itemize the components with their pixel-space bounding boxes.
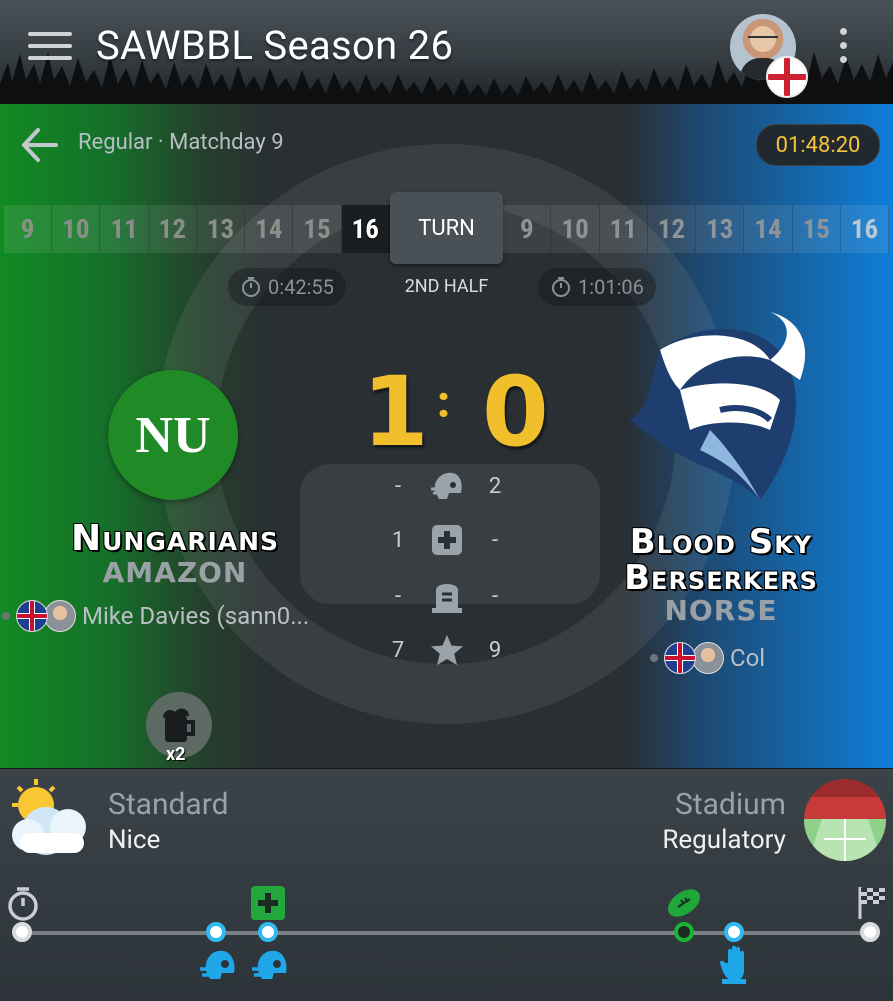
half-label: 2ND HALF [404, 276, 489, 297]
stat-home-value: 1 [391, 527, 405, 553]
timeline-event-turnover[interactable] [724, 922, 744, 942]
uk-flag-icon [664, 642, 696, 674]
app-bar: SAWBBL Season 26 [0, 0, 893, 104]
england-flag-icon [766, 56, 808, 98]
home-turn-cell: 15 [293, 205, 342, 253]
back-arrow-icon[interactable] [18, 124, 60, 166]
match-panel: Regular · Matchday 9 01:48:20 9 10 11 12… [0, 104, 893, 768]
home-score: 1 [362, 356, 429, 468]
casualty-helmet-icon [200, 950, 235, 979]
tombstone-icon [431, 584, 462, 613]
away-coach[interactable]: Col [650, 642, 765, 674]
uk-flag-icon [16, 600, 48, 632]
home-coach-name: Mike Davies (sann0... [82, 602, 310, 630]
stat-home-value: - [394, 583, 402, 609]
stopwatch-icon [552, 277, 570, 297]
timeline-event-touchdown[interactable] [674, 922, 694, 942]
home-turn-cell: 14 [245, 205, 294, 253]
stat-row-apothecary: 1 - [380, 520, 513, 560]
online-status-dot [650, 654, 658, 662]
casualty-helmet-icon [430, 472, 462, 499]
away-turn-cell: 11 [599, 205, 648, 253]
stat-row-deaths: - - [380, 576, 513, 616]
away-team-race: NORSE [664, 594, 778, 627]
away-turn-cell: 10 [551, 205, 600, 253]
away-turn-cell: 9 [503, 205, 552, 253]
home-turn-cell: 10 [52, 205, 101, 253]
away-coach-name: Col [730, 644, 766, 672]
stat-row-spp: 7 9 [380, 630, 513, 670]
stadium-label: Stadium [674, 787, 786, 822]
stopwatch-icon [242, 277, 260, 297]
stat-row-casualties: - 2 [380, 466, 513, 506]
casualty-helmet-icon [252, 950, 287, 979]
stat-away-value: - [491, 583, 499, 609]
away-clock: 1:01:06 [538, 268, 656, 306]
coach-avatar [44, 600, 76, 632]
weather-value: Nice [108, 825, 161, 855]
away-team-name[interactable]: Blood Sky Berserkers [590, 524, 852, 596]
stat-away-value: 2 [488, 473, 502, 499]
stat-home-value: 7 [391, 637, 405, 663]
stat-home-value: - [394, 473, 402, 499]
football-icon [667, 889, 701, 917]
home-team-logo[interactable]: NU [108, 370, 238, 500]
online-status-dot [2, 612, 10, 620]
stat-away-value: - [491, 527, 499, 553]
timeline-event-end[interactable] [860, 922, 880, 942]
home-turn-cell: 9 [4, 205, 53, 253]
turn-label: TURN [389, 192, 504, 264]
home-turn-cell: 12 [148, 205, 197, 253]
apothecary-cross-icon [431, 525, 462, 555]
away-clock-value: 1:01:06 [578, 275, 644, 299]
stadium-icon [804, 779, 886, 861]
weather-sun-cloud-icon [12, 779, 86, 855]
away-score: 0 [482, 356, 549, 468]
beer-mug-icon [163, 708, 195, 742]
home-clock-value: 0:42:55 [268, 275, 334, 299]
apothecary-cross-icon [251, 886, 285, 920]
match-conditions: Standard Nice Stadium Regulatory [0, 768, 893, 1001]
away-turn-cell: 12 [647, 205, 697, 253]
home-team-race: AMAZON [102, 556, 248, 589]
away-turn-cell: 15 [792, 205, 841, 253]
away-team-name-line1: Blood Sky [629, 522, 813, 562]
home-team-name[interactable]: Nungarians [30, 518, 320, 559]
inducement-count: x2 [166, 744, 186, 765]
home-turn-cell: 11 [100, 205, 149, 253]
away-team-logo[interactable] [620, 310, 820, 506]
score-separator: : [437, 376, 451, 428]
stadium-value: Regulatory [662, 825, 786, 855]
turn-tracker: 9 10 11 12 13 14 15 16 TURN 9 10 11 12 1… [4, 192, 890, 264]
stat-away-value: 9 [488, 637, 502, 663]
coach-avatar [692, 642, 724, 674]
stopwatch-icon [8, 887, 38, 921]
home-coach[interactable]: Mike Davies (sann0... [2, 600, 309, 632]
more-options-icon[interactable] [836, 28, 850, 72]
timeline-event-start[interactable] [12, 922, 32, 942]
finish-flag-icon [858, 887, 885, 919]
hand-icon [720, 945, 746, 984]
timeline-event-casualty[interactable] [258, 922, 278, 942]
away-turn-cell: 14 [744, 205, 793, 253]
app-title: SAWBBL Season 26 [96, 22, 454, 69]
away-team-name-line2: Berserkers [624, 558, 818, 598]
current-turn-cell: 16 [341, 205, 390, 253]
star-icon [430, 635, 463, 665]
home-turn-cell: 13 [196, 205, 246, 253]
countdown-timer: 01:48:20 [756, 124, 880, 166]
away-turn-cell: 16 [840, 205, 890, 253]
breadcrumb: Regular · Matchday 9 [78, 130, 284, 155]
timeline-event-casualty[interactable] [206, 922, 226, 942]
away-turn-cell: 13 [696, 205, 745, 253]
home-clock: 0:42:55 [228, 268, 346, 306]
weather-label: Standard [108, 787, 229, 822]
menu-icon[interactable] [28, 32, 72, 66]
